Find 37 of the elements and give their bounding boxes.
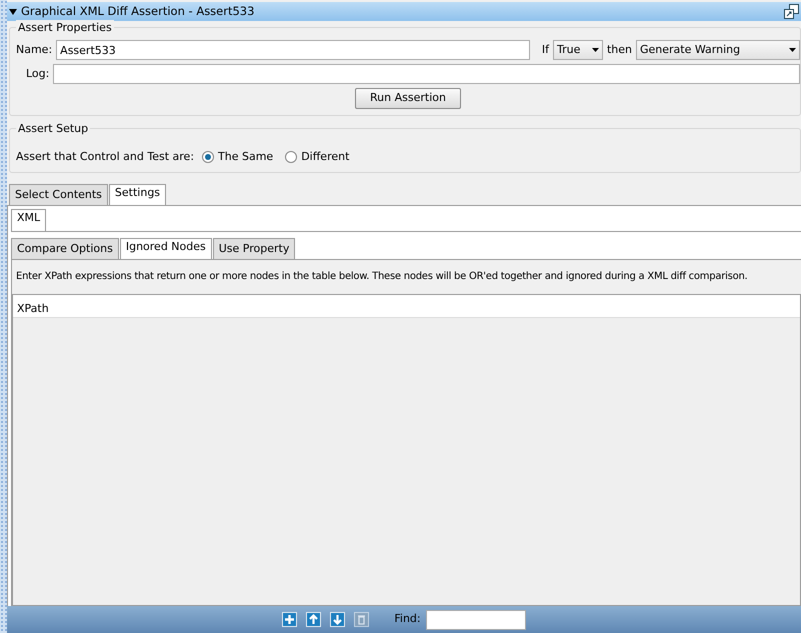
condition-dropdown[interactable]: True bbox=[552, 40, 603, 60]
caret-icon bbox=[592, 48, 599, 52]
down-arrow-icon bbox=[331, 613, 344, 626]
add-button[interactable] bbox=[282, 612, 298, 627]
detach-icon[interactable] bbox=[784, 4, 799, 19]
tab[interactable]: Settings bbox=[108, 184, 166, 205]
tab[interactable]: Compare Options bbox=[11, 238, 119, 259]
description-text: Enter XPath expressions that return one or more nodes in the table below. These nodes will be OR'ed together and ignored during a XML diff comparison. bbox=[15, 270, 748, 284]
caret-icon bbox=[789, 48, 796, 52]
find-label: Find: bbox=[394, 611, 421, 628]
add-icon bbox=[283, 613, 296, 626]
tab[interactable]: Ignored Nodes bbox=[120, 238, 212, 259]
column-header: XPath bbox=[17, 302, 49, 315]
find-field[interactable] bbox=[426, 610, 526, 630]
run-assertion-button[interactable]: Run Assertion bbox=[355, 88, 461, 109]
section-legend: Assert Properties bbox=[16, 20, 114, 36]
field-label: Log: bbox=[26, 66, 50, 82]
radio-button[interactable] bbox=[202, 151, 214, 164]
radio-label: Different bbox=[301, 149, 350, 165]
field-label: Name: bbox=[16, 42, 52, 58]
log-field[interactable] bbox=[53, 64, 800, 84]
section-legend: Assert Setup bbox=[16, 121, 90, 138]
collapse-icon[interactable] bbox=[9, 8, 17, 16]
down-arrow-button[interactable] bbox=[330, 612, 346, 627]
action-dropdown[interactable]: Generate Warning bbox=[636, 40, 800, 60]
radio-button[interactable] bbox=[285, 151, 298, 164]
field-label: then bbox=[606, 42, 632, 58]
up-arrow-icon bbox=[307, 613, 320, 626]
name-field[interactable]: Assert533 bbox=[56, 40, 530, 60]
up-arrow-button[interactable] bbox=[306, 612, 322, 627]
tab[interactable]: Select Contents bbox=[9, 184, 108, 205]
tab[interactable]: Use Property bbox=[212, 238, 296, 259]
tab[interactable]: XML bbox=[11, 209, 46, 230]
assert-prompt: Assert that Control and Test are: bbox=[16, 149, 194, 165]
radio-label: The Same bbox=[218, 149, 274, 165]
field-label: If bbox=[542, 42, 549, 58]
window-title: Graphical XML Diff Assertion - Assert533 bbox=[21, 2, 256, 20]
